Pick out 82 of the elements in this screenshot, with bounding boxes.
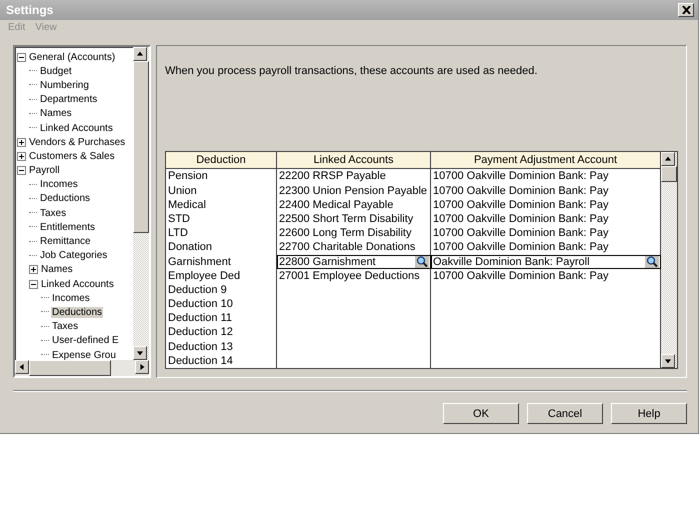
scroll-up-button[interactable] — [133, 47, 147, 61]
collapse-icon[interactable] — [29, 280, 38, 289]
vertical-scrollbar[interactable] — [661, 152, 677, 368]
table-cell: Employee Ded — [168, 270, 240, 282]
tree-item[interactable]: Customers & Sales — [28, 150, 116, 162]
tree-item[interactable]: General (Accounts) — [28, 52, 116, 63]
tree-item[interactable]: Incomes — [39, 179, 79, 190]
expand-icon[interactable] — [17, 138, 26, 147]
tree-item[interactable]: Vendors & Purchases — [28, 136, 126, 148]
table-cell: 10700 Oakville Dominion Bank: Pay — [433, 170, 608, 182]
tree-item[interactable]: Departments — [39, 94, 98, 106]
table-cell: 22200 RRSP Payable — [279, 170, 386, 182]
table-cell: LTD — [168, 227, 188, 240]
table-cell: 22300 Union Pension Payable — [279, 184, 428, 197]
close-icon — [682, 6, 690, 14]
vertical-scrollbar[interactable] — [133, 47, 149, 360]
expand-icon[interactable] — [17, 152, 26, 161]
table-cell: 22600 Long Term Disability — [279, 227, 412, 240]
tree-item[interactable]: Budget — [39, 66, 73, 77]
table-cell: 10700 Oakville Dominion Bank: Pay — [433, 212, 608, 225]
collapse-icon[interactable] — [17, 166, 26, 176]
scroll-thumb[interactable] — [29, 360, 111, 376]
scroll-thumb[interactable] — [661, 166, 677, 182]
scroll-up-button[interactable] — [661, 152, 675, 166]
tree-item[interactable]: Incomes — [51, 292, 91, 304]
tree-item[interactable]: Linked Accounts — [39, 122, 114, 134]
tree-item[interactable]: Entitlements — [39, 222, 96, 233]
table-cell: Union — [168, 184, 197, 197]
magnifier-icon[interactable] — [415, 255, 429, 268]
help-button[interactable]: Help — [611, 403, 687, 424]
table-cell: Deduction 10 — [168, 298, 233, 310]
table-cell: Garnishment — [168, 256, 231, 268]
table-cell: 10700 Oakville Dominion Bank: Pay — [433, 184, 608, 197]
table-cell: Donation — [168, 241, 212, 254]
table-cell: Deduction 11 — [168, 312, 232, 324]
table-row[interactable]: Garnishment 22800 Garnishment Oakville Dominion Bank: Payroll — [166, 254, 661, 269]
window-title: Settings — [6, 3, 54, 17]
table-cell: Deduction 9 — [168, 284, 227, 296]
table-cell: Deduction 13 — [168, 340, 233, 353]
horizontal-scrollbar[interactable] — [15, 360, 149, 376]
scroll-right-button[interactable] — [135, 360, 149, 374]
table-cell: 22400 Medical Payable — [279, 198, 394, 211]
scroll-down-button[interactable] — [133, 346, 147, 360]
scroll-left-button[interactable] — [15, 360, 29, 374]
table-cell: Medical — [168, 198, 206, 211]
tree-item[interactable]: Taxes — [51, 321, 80, 332]
table-cell: 22800 Garnishment — [279, 254, 376, 269]
scroll-thumb[interactable] — [133, 61, 149, 233]
ok-button[interactable]: OK — [443, 403, 519, 424]
scroll-down-button[interactable] — [661, 354, 675, 368]
column-header[interactable]: Deduction — [166, 152, 277, 168]
column-header[interactable]: Linked Accounts — [277, 152, 431, 168]
cancel-button[interactable]: Cancel — [527, 403, 603, 424]
tree-item[interactable]: Taxes — [39, 208, 68, 219]
magnifier-icon[interactable] — [645, 255, 659, 268]
table-cell: Deduction 14 — [168, 354, 233, 367]
tree-item[interactable]: Names — [39, 108, 73, 120]
table-cell: 22700 Charitable Donations — [279, 241, 416, 254]
table-cell: 10700 Oakville Dominion Bank: Pay — [433, 270, 608, 282]
table-cell: 22500 Short Term Disability — [279, 212, 414, 225]
tree-item[interactable]: Remittance — [39, 236, 92, 248]
tree-item[interactable]: Linked Accounts — [40, 278, 115, 290]
close-button[interactable] — [678, 3, 694, 17]
table-cell: 27001 Employee Deductions — [279, 270, 420, 282]
table-cell: Deduction 12 — [168, 326, 233, 338]
table-cell: 10700 Oakville Dominion Bank: Pay — [433, 241, 608, 254]
tree-item[interactable]: User-defined E — [51, 335, 120, 346]
description-text: When you process payroll transactions, these accounts are used as needed. — [165, 65, 538, 79]
tree-item[interactable]: Deductions — [51, 306, 104, 318]
table-cell: Pension — [168, 170, 208, 182]
tree-item[interactable]: Names — [40, 264, 74, 276]
tree-item[interactable]: Expense Grou — [51, 350, 117, 360]
tree-item[interactable]: Job Categories — [39, 250, 108, 262]
tree-item[interactable]: Payroll — [28, 165, 61, 176]
expand-icon[interactable] — [29, 265, 38, 274]
table-cell: 10700 Oakville Dominion Bank: Pay — [433, 227, 608, 240]
tree-item[interactable]: Numbering — [39, 80, 90, 91]
table-cell: STD — [168, 212, 190, 225]
table-cell: 10700 Oakville Dominion Bank: Pay — [433, 198, 608, 211]
cell-input[interactable]: Oakville Dominion Bank: Payroll — [433, 254, 590, 269]
collapse-icon[interactable] — [17, 52, 26, 62]
tree-item[interactable]: Deductions — [39, 193, 92, 204]
